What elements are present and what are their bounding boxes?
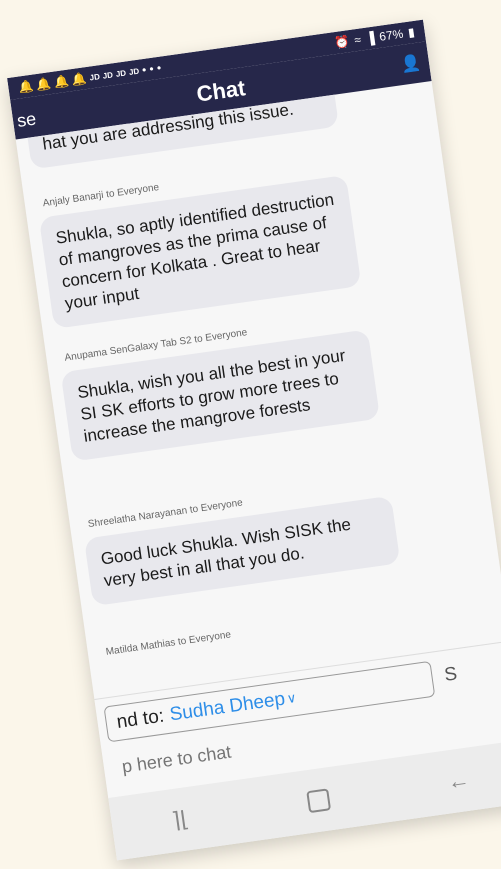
message-list[interactable]: hat you are addressing this issue. Anjal… (16, 81, 501, 699)
wifi-icon: ≈ (353, 32, 362, 48)
message-sender: Matilda Mathias to Everyone (105, 629, 232, 658)
message-item: Matilda Mathias to Everyone (99, 605, 409, 667)
home-nav-icon[interactable] (305, 787, 331, 813)
carrier-tag: JD (128, 66, 140, 77)
person-icon[interactable]: 👤 (400, 52, 423, 75)
carrier-tag: JD (102, 69, 114, 81)
bell-icon: 🔔 (70, 71, 88, 88)
more-dots: • • • (141, 60, 163, 78)
message-item: Anupama SenGalaxy Tab S2 to Everyone Shu… (58, 311, 381, 462)
back-nav-icon[interactable]: ← (446, 766, 471, 795)
message-item: Shreelatha Narayanan to Everyone Good lu… (81, 477, 401, 607)
signal-icon: ▐ (364, 30, 376, 46)
recents-nav-icon[interactable]: ⌉⌊ (170, 806, 191, 834)
bell-icon: 🔔 (35, 76, 53, 93)
message-item: Anjaly Banarji to Everyone Shukla, so ap… (36, 156, 362, 329)
battery-level: 67% (378, 26, 405, 44)
bell-icon: 🔔 (17, 78, 35, 95)
phone-screen: 🔔 🔔 🔔 🔔 JD JD JD JD • • • ⏰ ≈ ▐ 67% ▮ se… (7, 19, 501, 861)
carrier-tag: JD (115, 68, 127, 79)
alarm-icon: ⏰ (333, 34, 351, 51)
send-button[interactable]: S (443, 663, 459, 687)
carrier-tag: JD (88, 71, 101, 83)
recipient-name[interactable]: Sudha Dheep (168, 689, 286, 727)
chevron-down-icon[interactable]: ∨ (286, 690, 298, 707)
bell-icon: 🔔 (53, 73, 70, 90)
battery-icon: ▮ (407, 24, 416, 40)
send-to-label: nd to: (115, 705, 166, 733)
